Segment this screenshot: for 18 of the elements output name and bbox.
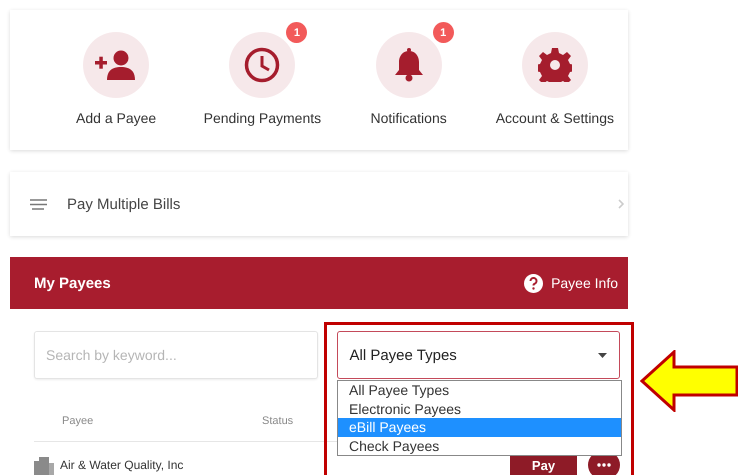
dropdown-option[interactable]: Electronic Payees (338, 400, 621, 418)
search-field[interactable]: Search by keyword... (34, 331, 318, 379)
count-badge: 1 (432, 22, 454, 43)
dropdown-option[interactable]: All Payee Types (338, 381, 621, 400)
count-badge: 1 (286, 22, 308, 43)
pay-multiple-bills-row[interactable]: Pay Multiple Bills (10, 172, 628, 236)
panel-title: My Payees (34, 274, 111, 292)
payee-info-link[interactable]: Payee Info (551, 275, 618, 291)
column-header: Status (262, 415, 294, 427)
shortcut-label[interactable]: Notifications (370, 110, 447, 126)
column-header: Payee (62, 415, 94, 427)
shortcut-label[interactable]: Account & Settings (496, 110, 614, 126)
shortcut-label[interactable]: Add a Payee (76, 110, 156, 126)
shortcut-label[interactable]: Pending Payments (204, 110, 322, 126)
pay-multiple-label[interactable]: Pay Multiple Bills (67, 196, 180, 212)
payee-type-dropdown[interactable]: All Payee Types (336, 331, 620, 379)
payee-name[interactable]: Air & Water Quality, Inc (60, 458, 510, 472)
dropdown-option[interactable]: Check Payees (338, 436, 621, 455)
